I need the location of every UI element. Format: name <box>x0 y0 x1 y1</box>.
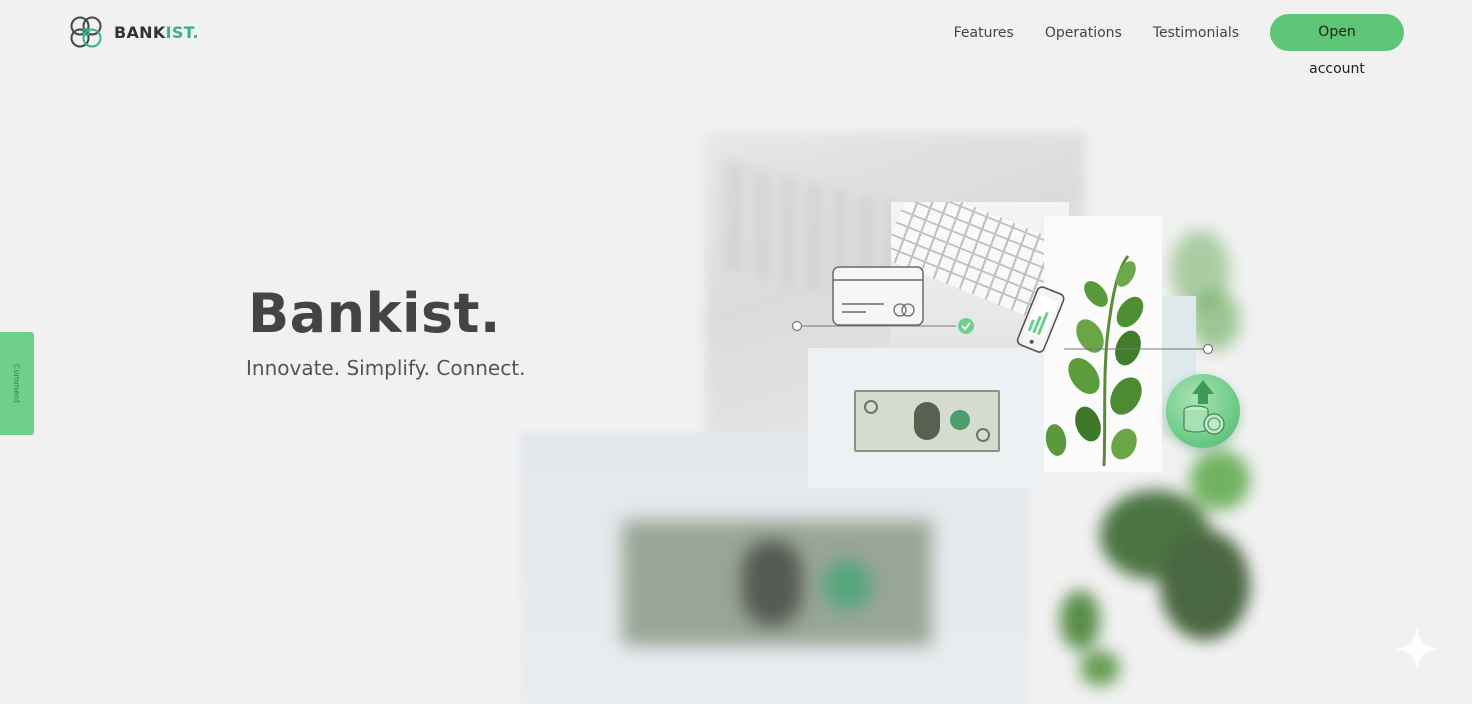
connector-line-right <box>1064 343 1214 355</box>
blurred-dollar-bill-image <box>622 520 932 646</box>
logo[interactable]: BANKIST. <box>68 14 199 50</box>
hero-title: Bankist. <box>248 282 501 345</box>
sparkle-icon <box>1394 626 1440 672</box>
logo-text-accent: IST. <box>165 22 199 42</box>
logo-text: BANKIST. <box>114 23 199 42</box>
nav-link-operations[interactable]: Operations <box>1045 25 1122 41</box>
side-tab-label: Comment <box>12 363 22 404</box>
landing-page: BANKIST. Features Operations Testimonial… <box>0 0 1472 704</box>
check-icon <box>958 318 974 334</box>
phone-chart-icon <box>1016 286 1065 353</box>
side-feedback-tab[interactable]: Comment <box>0 332 34 435</box>
logo-text-main: BANK <box>114 22 166 42</box>
open-account-button[interactable]: Open account <box>1270 14 1404 77</box>
nav-link-features[interactable]: Features <box>954 25 1014 41</box>
credit-card-icon <box>832 266 924 326</box>
coins-upload-icon <box>1166 374 1240 448</box>
dollar-bill-image <box>854 390 1000 452</box>
nav-link-testimonials[interactable]: Testimonials <box>1153 25 1239 41</box>
top-navigation: BANKIST. Features Operations Testimonial… <box>0 0 1472 77</box>
bankist-logo-icon <box>70 16 102 48</box>
nav-links: Features Operations Testimonials Open ac… <box>923 14 1404 77</box>
hero-subtitle: Innovate. Simplify. Connect. <box>246 356 526 380</box>
